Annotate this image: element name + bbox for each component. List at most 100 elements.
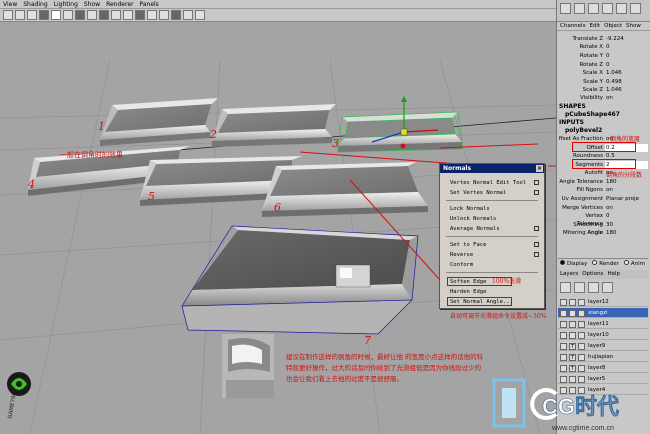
menu-divider bbox=[446, 200, 538, 201]
menu-reverse[interactable]: Reverse bbox=[450, 252, 473, 258]
menu-object[interactable]: Object bbox=[604, 22, 622, 30]
attr-angle-tolerance[interactable]: Angle Tolerance 180 bbox=[558, 178, 648, 186]
attr-rotate-z[interactable]: Rotate Z0 bbox=[558, 61, 648, 69]
bevel-box-6 bbox=[262, 162, 428, 217]
resolution-gate-icon[interactable] bbox=[75, 10, 85, 20]
label-7: 7 bbox=[364, 334, 371, 347]
attr-scale-y[interactable]: Scale Y 0.498 bbox=[558, 78, 648, 86]
layer-editor-tabs: Display Render Anim bbox=[558, 258, 648, 269]
input-node-name[interactable]: polyBevel2 bbox=[565, 127, 602, 134]
select-camera-icon[interactable] bbox=[3, 10, 13, 20]
option-box-icon[interactable] bbox=[534, 180, 539, 185]
new-layer-selected-icon[interactable] bbox=[602, 282, 613, 293]
bevel-box-7 bbox=[181, 225, 419, 335]
menu-show[interactable]: Show bbox=[84, 0, 100, 8]
layer-row[interactable]: Tlayer8 bbox=[558, 363, 648, 373]
shapes-heading: SHAPES bbox=[559, 103, 586, 110]
menu-vertex-normal-edit-tool[interactable]: Vertex Normal Edit Tool bbox=[450, 180, 526, 186]
maya-viewport[interactable]: View Shading Lighting Show Renderer Pane… bbox=[0, 0, 556, 434]
label-4: 4 bbox=[27, 178, 35, 191]
layout-icon[interactable] bbox=[630, 3, 641, 14]
menu-lock-normals[interactable]: Lock Normals bbox=[450, 206, 490, 212]
label-2: 2 bbox=[209, 128, 217, 141]
menu-options[interactable]: Options bbox=[582, 270, 603, 279]
option-box-icon[interactable] bbox=[534, 242, 539, 247]
paint-icon[interactable] bbox=[602, 3, 613, 14]
gate-mask-icon[interactable] bbox=[87, 10, 97, 20]
use-all-lights-icon[interactable] bbox=[159, 10, 169, 20]
isolate-select-icon[interactable] bbox=[183, 10, 193, 20]
menu-edit[interactable]: Edit bbox=[589, 22, 600, 30]
smooth-shade-icon[interactable] bbox=[135, 10, 145, 20]
menu-average-normals[interactable]: Average Normals bbox=[450, 226, 500, 232]
attr-vertex-tolerance[interactable]: Vertex Tolerance 0 bbox=[558, 212, 648, 227]
option-box-icon[interactable] bbox=[534, 190, 539, 195]
layer-row[interactable]: layer11 bbox=[558, 319, 648, 329]
soften-edge-annotation: 100%光滑 bbox=[492, 278, 522, 285]
attr-visibility[interactable]: Visibility on bbox=[558, 94, 648, 102]
attr-rotate-x[interactable]: Rotate X0 bbox=[558, 43, 648, 51]
menu-divider bbox=[446, 272, 538, 273]
layer-row-selected[interactable]: xiangzi bbox=[558, 308, 648, 318]
grid-icon[interactable] bbox=[51, 10, 61, 20]
menu-divider bbox=[446, 236, 538, 237]
layer-row[interactable]: layer12 bbox=[558, 297, 648, 307]
menu-set-vertex-normal[interactable]: Set Vertex Normal bbox=[450, 190, 506, 196]
menu-layers[interactable]: Layers bbox=[560, 270, 578, 279]
attr-fill-ngons[interactable]: Fill Ngons on bbox=[558, 186, 648, 194]
xray-icon[interactable] bbox=[195, 10, 205, 20]
tab-render[interactable]: Render bbox=[592, 259, 619, 269]
attr-scale-x[interactable]: Scale X 1.046 bbox=[558, 69, 648, 77]
menu-soften-edge[interactable]: Soften Edge bbox=[450, 279, 486, 285]
shadows-icon[interactable] bbox=[171, 10, 181, 20]
menu-set-to-face[interactable]: Set to Face bbox=[450, 242, 486, 248]
menu-panels[interactable]: Panels bbox=[139, 0, 158, 8]
tab-display[interactable]: Display bbox=[560, 259, 587, 269]
attr-scale-z[interactable]: Scale Z 1.046 bbox=[558, 86, 648, 94]
attr-smoothing-angle[interactable]: Smoothing Angle 30 bbox=[558, 221, 648, 236]
option-box-icon[interactable] bbox=[534, 252, 539, 257]
attr-translate-z[interactable]: Translate Z -9.224 bbox=[558, 35, 648, 43]
render-icon[interactable] bbox=[616, 3, 627, 14]
attr-uv-assignment[interactable]: Uv Assignment Planar proje bbox=[558, 195, 648, 203]
channel-box-menubar: Channels Edit Object Show bbox=[557, 22, 650, 31]
label-3: 3 bbox=[332, 137, 339, 150]
channel-box-icon[interactable] bbox=[560, 3, 571, 14]
bottom-annotation: 建议在制作这样的倒角的时候，最好让他 的宽度小点这样的话他的科特就更好操作，过大… bbox=[286, 353, 484, 383]
attribute-editor-icon[interactable] bbox=[574, 3, 585, 14]
menu-lighting[interactable]: Lighting bbox=[54, 0, 78, 8]
menu-harden-edge[interactable]: Harden Edge bbox=[450, 289, 486, 295]
wireframe-icon[interactable] bbox=[123, 10, 133, 20]
menu-view[interactable]: View bbox=[3, 0, 17, 8]
tab-anim[interactable]: Anim bbox=[623, 259, 645, 269]
attr-mitering-angle[interactable]: Mitering Angle 180 bbox=[558, 229, 648, 237]
film-gate-icon[interactable] bbox=[63, 10, 73, 20]
safe-action-icon[interactable] bbox=[111, 10, 121, 20]
menu-help[interactable]: Help bbox=[607, 270, 620, 279]
attr-merge-vertices[interactable]: Merge Vertices on bbox=[558, 204, 648, 212]
layer-row[interactable]: Tlayer9 bbox=[558, 341, 648, 351]
shape-name[interactable]: pCubeShape467 bbox=[565, 111, 620, 118]
lock-camera-icon[interactable] bbox=[15, 10, 25, 20]
close-icon[interactable]: × bbox=[536, 165, 543, 172]
move-layer-down-icon[interactable] bbox=[574, 282, 585, 293]
layer-row[interactable]: layer10 bbox=[558, 330, 648, 340]
layer-row[interactable]: Thujiapian bbox=[558, 352, 648, 362]
menu-conform[interactable]: Conform bbox=[450, 262, 473, 268]
textured-icon[interactable] bbox=[147, 10, 157, 20]
menu-channels[interactable]: Channels bbox=[560, 22, 585, 30]
tool-settings-icon[interactable] bbox=[588, 3, 599, 14]
attr-rotate-y[interactable]: Rotate Y0 bbox=[558, 52, 648, 60]
new-layer-icon[interactable] bbox=[588, 282, 599, 293]
menu-shading[interactable]: Shading bbox=[23, 0, 47, 8]
menu-set-normal-angle[interactable]: Set Normal Angle... bbox=[450, 299, 513, 305]
move-layer-up-icon[interactable] bbox=[560, 282, 571, 293]
image-plane-icon[interactable] bbox=[39, 10, 49, 20]
menu-unlock-normals[interactable]: Unlock Normals bbox=[450, 216, 496, 222]
menu-renderer[interactable]: Renderer bbox=[106, 0, 133, 8]
offset-highlight bbox=[572, 142, 636, 152]
menu-show[interactable]: Show bbox=[626, 22, 641, 30]
option-box-icon[interactable] bbox=[534, 226, 539, 231]
field-chart-icon[interactable] bbox=[99, 10, 109, 20]
bookmark-icon[interactable] bbox=[27, 10, 37, 20]
